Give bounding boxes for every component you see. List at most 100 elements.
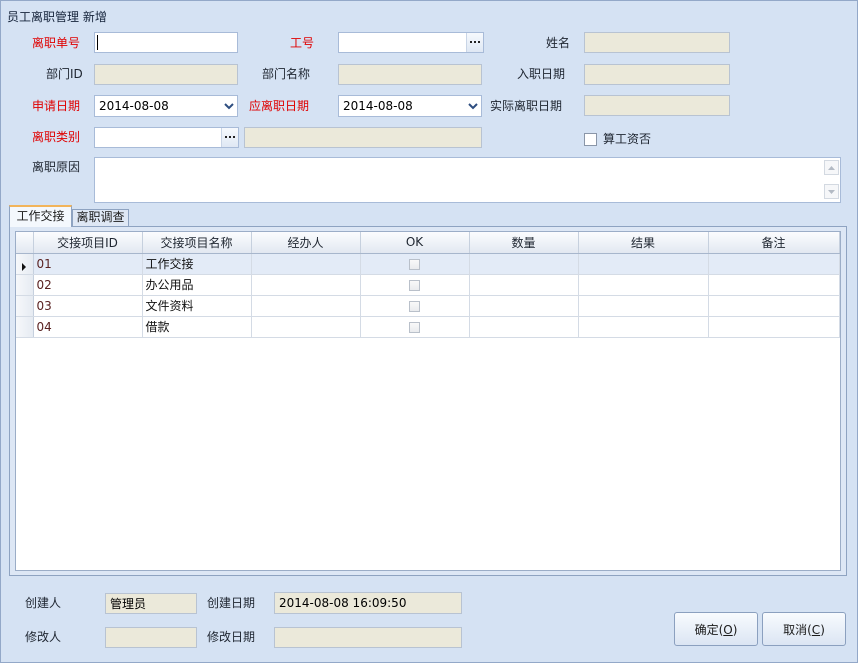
scroll-up-icon — [828, 165, 835, 170]
due-date-label: 应离职日期 — [249, 99, 310, 113]
cell-item-id[interactable]: 02 — [33, 274, 143, 296]
cell-handler[interactable] — [251, 274, 361, 296]
cell-item-id[interactable]: 03 — [33, 295, 143, 317]
cell-quantity[interactable] — [469, 253, 579, 275]
cell-item-id[interactable]: 01 — [33, 253, 143, 275]
emp-no-lookup-button[interactable] — [466, 33, 483, 52]
actual-date-field — [584, 95, 730, 116]
handover-grid[interactable]: 交接项目ID 交接项目名称 经办人 OK 数量 结果 备注 01 工作交接 02… — [15, 231, 841, 571]
column-header-handler[interactable]: 经办人 — [251, 232, 361, 254]
chevron-down-icon — [467, 102, 478, 109]
dept-id-label: 部门ID — [46, 67, 83, 81]
due-date-dropdown-button[interactable] — [464, 96, 481, 116]
cell-remark[interactable] — [708, 295, 840, 317]
name-field — [584, 32, 730, 53]
column-header-ok[interactable]: OK — [360, 232, 470, 254]
table-row[interactable]: 02 办公用品 — [16, 274, 840, 296]
apply-date-dropdown-button[interactable] — [220, 96, 237, 116]
tab-handover[interactable]: 工作交接 — [9, 205, 72, 227]
cell-ok[interactable] — [360, 295, 470, 317]
ellipsis-icon — [469, 41, 480, 43]
cell-handler[interactable] — [251, 316, 361, 338]
indicator-header — [16, 232, 34, 254]
cell-item-id[interactable]: 04 — [33, 316, 143, 338]
reason-scrollbar[interactable] — [823, 158, 840, 202]
apply-date-picker[interactable] — [94, 95, 238, 117]
category-lookup-button[interactable] — [221, 128, 238, 147]
table-row[interactable]: 04 借款 — [16, 316, 840, 338]
cell-item-name[interactable]: 借款 — [142, 316, 252, 338]
hire-date-field — [584, 64, 730, 85]
emp-no-lookup[interactable] — [338, 32, 484, 53]
row-indicator-icon — [22, 260, 26, 274]
chevron-down-icon — [223, 102, 234, 109]
cell-handler[interactable] — [251, 295, 361, 317]
cell-result[interactable] — [578, 253, 709, 275]
row-indicator[interactable] — [16, 295, 34, 317]
reason-label: 离职原因 — [32, 160, 81, 174]
category-lookup[interactable] — [94, 127, 239, 148]
reason-memo[interactable] — [94, 157, 841, 203]
due-date-picker[interactable] — [338, 95, 482, 117]
cell-ok[interactable] — [360, 316, 470, 338]
actual-date-label: 实际离职日期 — [490, 99, 563, 113]
hire-date-label: 入职日期 — [517, 67, 566, 81]
tab-survey[interactable]: 离职调查 — [72, 209, 129, 226]
resign-no-input[interactable] — [94, 32, 238, 53]
scroll-up-button[interactable] — [824, 160, 839, 175]
cell-result[interactable] — [578, 274, 709, 296]
modify-date-label: 修改日期 — [207, 630, 256, 644]
confirm-label-prefix: 确定( — [694, 622, 724, 637]
cell-result[interactable] — [578, 295, 709, 317]
handover-table: 交接项目ID 交接项目名称 经办人 OK 数量 结果 备注 01 工作交接 02… — [16, 232, 840, 338]
reason-textarea[interactable] — [95, 158, 823, 202]
row-indicator[interactable] — [16, 253, 34, 275]
cell-ok[interactable] — [360, 274, 470, 296]
emp-no-input[interactable] — [339, 33, 466, 52]
confirm-mnemonic: O — [723, 622, 733, 637]
cell-item-name[interactable]: 工作交接 — [142, 253, 252, 275]
cell-ok[interactable] — [360, 253, 470, 275]
due-date-input[interactable] — [339, 96, 464, 116]
ok-checkbox[interactable] — [409, 258, 420, 270]
modifier-label: 修改人 — [25, 630, 62, 644]
cell-remark[interactable] — [708, 253, 840, 275]
ellipsis-icon — [224, 136, 235, 138]
column-header-result[interactable]: 结果 — [578, 232, 709, 254]
category-label: 离职类别 — [32, 130, 81, 144]
ok-checkbox[interactable] — [409, 300, 420, 312]
ok-checkbox[interactable] — [409, 279, 420, 291]
cell-quantity[interactable] — [469, 316, 579, 338]
scroll-down-button[interactable] — [824, 184, 839, 199]
cell-result[interactable] — [578, 316, 709, 338]
row-indicator[interactable] — [16, 274, 34, 296]
calc-salary-checkbox[interactable] — [584, 133, 597, 146]
cell-quantity[interactable] — [469, 295, 579, 317]
column-header-item-id[interactable]: 交接项目ID — [33, 232, 143, 254]
calc-salary-label[interactable]: 算工资否 — [603, 129, 651, 150]
category-input[interactable] — [95, 128, 221, 147]
scroll-down-icon — [828, 189, 835, 194]
cell-item-name[interactable]: 文件资料 — [142, 295, 252, 317]
cell-remark[interactable] — [708, 274, 840, 296]
cancel-label-prefix: 取消( — [783, 622, 812, 637]
table-row[interactable]: 03 文件资料 — [16, 295, 840, 317]
cell-item-name[interactable]: 办公用品 — [142, 274, 252, 296]
name-label: 姓名 — [546, 36, 571, 50]
dept-name-label: 部门名称 — [262, 67, 311, 81]
column-header-quantity[interactable]: 数量 — [469, 232, 579, 254]
ok-checkbox[interactable] — [409, 321, 420, 333]
grid-header-row: 交接项目ID 交接项目名称 经办人 OK 数量 结果 备注 — [16, 232, 840, 254]
confirm-button[interactable]: 确定(O) — [674, 612, 758, 646]
table-row[interactable]: 01 工作交接 — [16, 253, 840, 275]
cancel-label-suffix: ) — [820, 622, 825, 637]
cell-quantity[interactable] — [469, 274, 579, 296]
apply-date-input[interactable] — [95, 96, 220, 116]
dept-name-field — [338, 64, 482, 85]
row-indicator[interactable] — [16, 316, 34, 338]
cell-remark[interactable] — [708, 316, 840, 338]
column-header-item-name[interactable]: 交接项目名称 — [142, 232, 252, 254]
column-header-remark[interactable]: 备注 — [708, 232, 840, 254]
cancel-button[interactable]: 取消(C) — [762, 612, 846, 646]
cell-handler[interactable] — [251, 253, 361, 275]
